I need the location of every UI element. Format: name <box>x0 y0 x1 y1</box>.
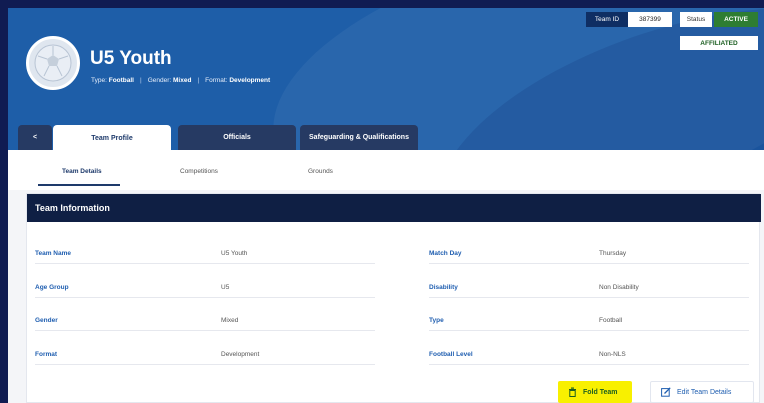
edit-team-details-button[interactable]: Edit Team Details <box>650 381 754 403</box>
field-type: Type Football <box>429 313 749 331</box>
card-title: Team Information <box>27 194 761 222</box>
field-value: Mixed <box>221 317 239 324</box>
field-label: Type <box>429 317 444 324</box>
football-icon <box>26 36 80 90</box>
field-value: Non Disability <box>599 284 639 291</box>
subtab-bar: Team Details Competitions Grounds <box>8 150 764 190</box>
tab-back[interactable]: < <box>18 125 52 150</box>
field-value: Development <box>221 351 260 358</box>
field-label: Gender <box>35 317 58 324</box>
field-value: Thursday <box>599 250 627 257</box>
edit-icon <box>661 387 671 397</box>
field-value: Non-NLS <box>599 351 626 358</box>
meta-separator: | <box>140 77 142 84</box>
edit-team-details-label: Edit Team Details <box>677 388 732 396</box>
football-icon <box>34 44 72 82</box>
affiliation-badge: AFFILIATED <box>680 36 758 50</box>
tab-safeguarding[interactable]: Safeguarding & Qualifications <box>300 125 418 150</box>
gender-meta: Gender: Mixed <box>147 77 192 84</box>
fold-team-button[interactable]: Fold Team <box>558 381 632 403</box>
field-label: Disability <box>429 284 458 291</box>
status-label: Status <box>680 12 712 27</box>
trash-icon <box>569 387 576 397</box>
field-value: U5 Youth <box>221 250 248 257</box>
field-label: Team Name <box>35 250 72 257</box>
status-badge: ACTIVE <box>714 12 758 27</box>
field-label: Age Group <box>35 284 69 291</box>
field-disability: Disability Non Disability <box>429 280 749 298</box>
app-window: U5 Youth Type: Football | Gender: Mixed … <box>8 8 764 403</box>
tab-team-profile[interactable]: Team Profile <box>53 125 171 151</box>
field-label: Football Level <box>429 351 473 358</box>
meta-separator: | <box>197 77 200 84</box>
field-match-day: Match Day Thursday <box>429 246 749 264</box>
fold-team-label: Fold Team <box>583 388 618 396</box>
field-label: Match Day <box>429 250 462 257</box>
team-id-value: 387399 <box>628 12 672 27</box>
field-format: Format Development <box>35 347 375 365</box>
active-subtab-indicator <box>38 184 120 186</box>
subtab-team-details[interactable]: Team Details <box>62 168 102 175</box>
subtab-grounds[interactable]: Grounds <box>308 168 333 175</box>
format-meta: Format: Development <box>205 77 271 84</box>
team-id-label: Team ID <box>586 12 628 27</box>
page-title: U5 Youth <box>90 48 172 69</box>
field-value: Football <box>599 317 623 324</box>
field-value: U5 <box>221 284 230 291</box>
field-age-group: Age Group U5 <box>35 280 375 298</box>
team-information-card: Team Information Team Name U5 Youth Age … <box>26 193 761 403</box>
field-football-level: Football Level Non-NLS <box>429 347 749 365</box>
field-team-name: Team Name U5 Youth <box>35 246 375 264</box>
field-label: Format <box>35 351 58 358</box>
subtab-competitions[interactable]: Competitions <box>180 168 218 175</box>
team-meta: Type: Football | Gender: Mixed | Format:… <box>91 77 270 84</box>
tab-officials[interactable]: Officials <box>178 125 296 150</box>
field-gender: Gender Mixed <box>35 313 375 331</box>
screen-frame: U5 Youth Type: Football | Gender: Mixed … <box>0 0 764 403</box>
type-meta: Type: Football <box>91 77 134 84</box>
